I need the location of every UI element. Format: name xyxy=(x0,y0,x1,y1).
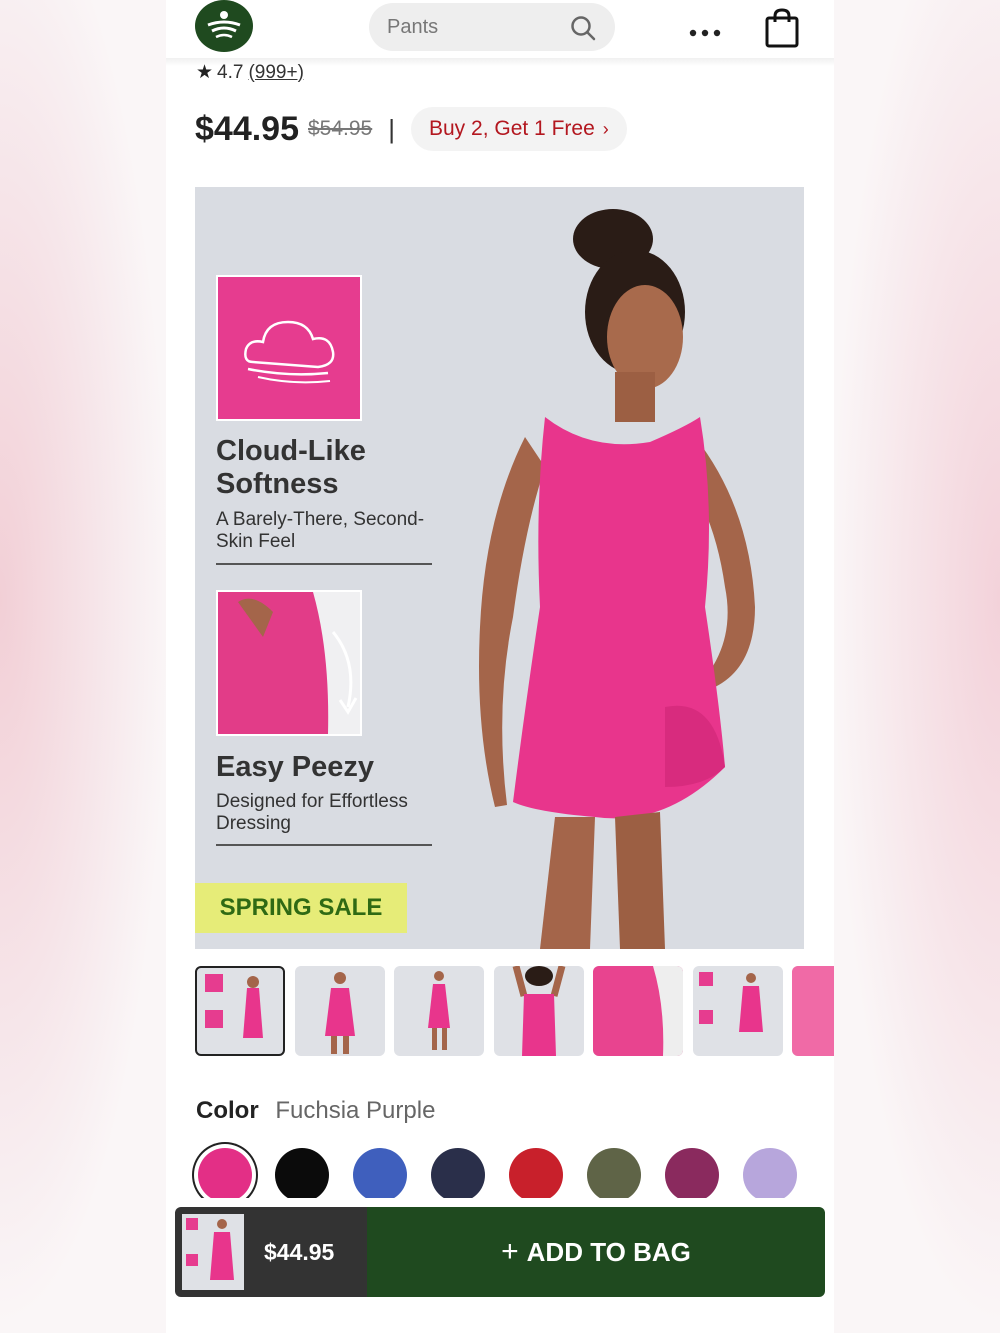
feature2-title: Easy Peezy xyxy=(216,751,375,783)
selected-color-name: Fuchsia Purple xyxy=(275,1097,436,1124)
add-to-bag-label: ADD TO BAG xyxy=(526,1236,691,1267)
shopping-bag-icon[interactable] xyxy=(764,8,800,48)
promo-label: Buy 2, Get 1 Free xyxy=(429,117,595,140)
spring-sale-badge: SPRING SALE xyxy=(195,883,407,933)
price-row: $44.95 $54.95 | Buy 2, Get 1 Free › xyxy=(195,106,627,152)
original-price: $54.95 xyxy=(308,117,373,140)
pocket-feature-image xyxy=(216,590,362,736)
thumbnail-3[interactable] xyxy=(394,966,484,1056)
color-label: Color xyxy=(196,1097,259,1124)
softness-feature-image xyxy=(216,275,362,421)
swatch-red[interactable] xyxy=(509,1148,563,1202)
thumbnail-1[interactable] xyxy=(195,966,285,1056)
cloud-icon xyxy=(244,320,335,384)
bottom-bar-thumbnail xyxy=(182,1214,244,1290)
price-separator: | xyxy=(388,113,395,144)
feature1-divider xyxy=(216,563,432,565)
feature2-subtitle: Designed for Effortless Dressing xyxy=(216,791,408,834)
rating-count-link[interactable]: (999+) xyxy=(248,62,303,84)
swatch-navy[interactable] xyxy=(431,1148,485,1202)
search-icon[interactable] xyxy=(569,14,597,42)
feature1-subtitle: A Barely-There, Second-Skin Feel xyxy=(216,509,425,552)
top-header: Pants xyxy=(166,0,834,58)
swatch-plum[interactable] xyxy=(665,1148,719,1202)
brand-logo-icon xyxy=(207,11,241,39)
add-to-bag-bar: $44.95 + ADD TO BAG xyxy=(175,1207,825,1297)
feature2-divider xyxy=(216,844,432,846)
current-price: $44.95 xyxy=(195,109,299,148)
add-to-bag-button[interactable]: + ADD TO BAG xyxy=(367,1207,825,1297)
thumbnail-7[interactable] xyxy=(792,966,834,1056)
search-bar[interactable]: Pants xyxy=(369,3,615,51)
color-selector-label: Color Fuchsia Purple xyxy=(196,1097,435,1125)
thumbnail-6[interactable] xyxy=(693,966,783,1056)
bottom-bar-price: $44.95 xyxy=(264,1238,335,1265)
pocket-arrow-icon xyxy=(218,592,360,734)
thumbnail-4[interactable] xyxy=(494,966,584,1056)
product-hero-image[interactable]: Cloud-Like Softness A Barely-There, Seco… xyxy=(195,187,804,949)
chevron-right-icon: › xyxy=(602,118,609,139)
rating-value: 4.7 xyxy=(217,61,244,83)
bottom-bar-summary: $44.95 xyxy=(175,1207,367,1297)
product-rating[interactable]: ★ 4.7 (999+) xyxy=(196,61,304,84)
swatch-olive[interactable] xyxy=(587,1148,641,1202)
feature1-title: Cloud-Like Softness xyxy=(216,435,366,500)
thumbnail-2[interactable] xyxy=(295,966,385,1056)
star-icon: ★ xyxy=(196,62,214,83)
swatch-fuchsia-purple[interactable] xyxy=(198,1148,252,1202)
product-page: Pants ★ 4.7 (999+) $44.95 $54.95 | Buy 2… xyxy=(166,0,834,1333)
swatch-lavender[interactable] xyxy=(743,1148,797,1202)
brand-logo[interactable] xyxy=(195,0,253,52)
thumbnail-5[interactable] xyxy=(593,966,683,1056)
more-options-icon[interactable] xyxy=(688,14,722,45)
swatch-black[interactable] xyxy=(275,1148,329,1202)
search-input[interactable]: Pants xyxy=(387,16,438,39)
thumbnail-strip xyxy=(195,966,834,1058)
plus-icon: + xyxy=(501,1235,519,1268)
swatch-blue[interactable] xyxy=(353,1148,407,1202)
promo-button[interactable]: Buy 2, Get 1 Free › xyxy=(411,107,627,151)
